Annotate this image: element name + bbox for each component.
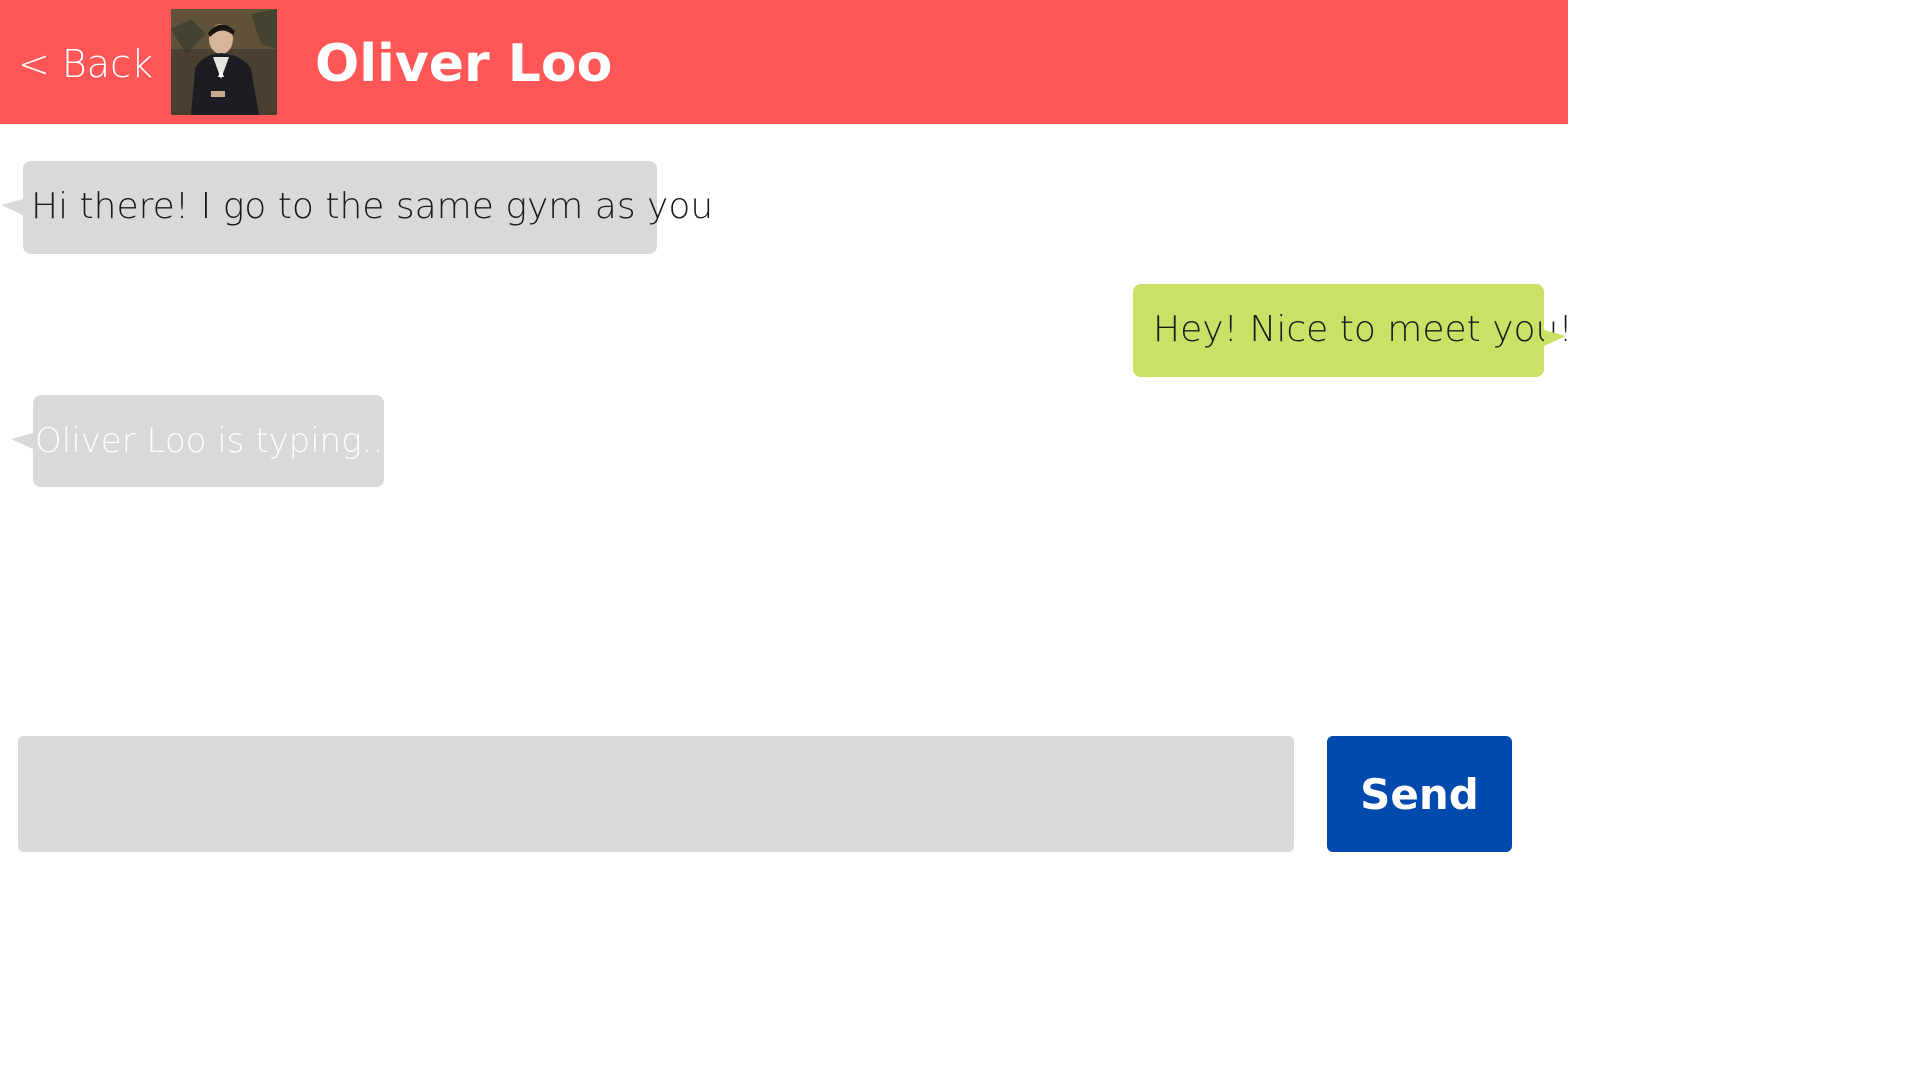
message-input[interactable]	[18, 736, 1294, 852]
chat-header: < Back Oliver Loo	[0, 0, 1568, 124]
message-bubble-incoming: Hi there! I go to the same gym as you	[1, 161, 713, 254]
contact-photo	[171, 9, 277, 115]
message-text: Hey! Nice to meet you!	[1153, 309, 1573, 350]
avatar[interactable]	[171, 9, 277, 115]
bubble-tail	[11, 433, 33, 449]
typing-text: Oliver Loo is typing...	[35, 421, 395, 461]
chat-screen: < Back Oliver Loo Hi there! I go to the …	[0, 0, 1573, 882]
message-bubble-outgoing: Hey! Nice to meet you!	[1133, 284, 1573, 377]
send-button[interactable]: Send	[1327, 736, 1512, 852]
typing-indicator: Oliver Loo is typing...	[11, 395, 394, 487]
bubble-tail	[1, 199, 23, 215]
back-button[interactable]: < Back	[18, 40, 153, 88]
message-text: Hi there! I go to the same gym as you	[31, 186, 714, 227]
bubble-tail	[1544, 330, 1566, 346]
contact-name: Oliver Loo	[315, 34, 613, 94]
